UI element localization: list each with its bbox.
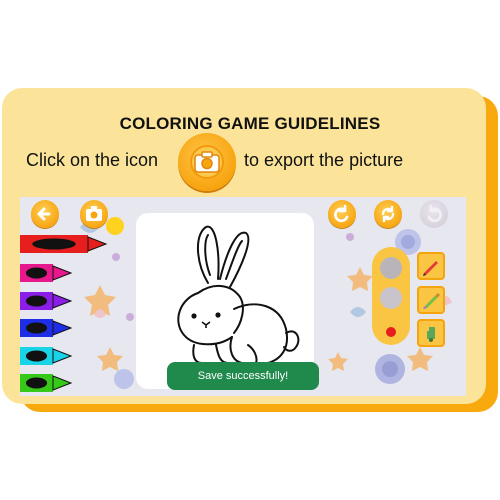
undo-icon bbox=[334, 204, 349, 223]
crayon-1[interactable] bbox=[20, 234, 110, 253]
brush-icon bbox=[423, 293, 440, 309]
instruction-text-start: Click on the icon bbox=[26, 150, 159, 170]
refresh-button[interactable] bbox=[374, 200, 402, 228]
color-slot-1[interactable] bbox=[380, 257, 402, 279]
refresh-icon bbox=[381, 205, 395, 223]
export-button[interactable] bbox=[80, 200, 108, 228]
crayon-6[interactable] bbox=[20, 373, 75, 392]
brush-tool[interactable] bbox=[417, 286, 445, 314]
camera-icon bbox=[86, 206, 102, 221]
crayon-2[interactable] bbox=[20, 263, 75, 282]
pencil-icon bbox=[423, 261, 438, 276]
back-button[interactable] bbox=[31, 200, 59, 228]
crayon-3[interactable] bbox=[20, 291, 75, 310]
camera-icon bbox=[178, 133, 236, 191]
pencil-tool[interactable] bbox=[417, 252, 445, 280]
crayon-4[interactable] bbox=[20, 318, 75, 337]
arrow-left-icon bbox=[37, 207, 51, 221]
color-slot-panel bbox=[372, 247, 410, 345]
pointer-indicator bbox=[106, 217, 124, 235]
selected-color-dot bbox=[386, 327, 396, 337]
undo-button[interactable] bbox=[328, 200, 356, 228]
page-title: COLORING GAME GUIDELINES bbox=[119, 114, 381, 133]
save-toast: Save successfully! bbox=[167, 362, 319, 390]
fill-tool[interactable] bbox=[417, 319, 445, 347]
color-slot-2[interactable] bbox=[380, 287, 402, 309]
redo-button[interactable] bbox=[420, 200, 448, 228]
redo-icon bbox=[427, 204, 442, 223]
crayon-5[interactable] bbox=[20, 346, 75, 365]
paint-bucket-icon bbox=[425, 325, 435, 342]
instruction-text-end: to export the picture bbox=[244, 150, 404, 170]
